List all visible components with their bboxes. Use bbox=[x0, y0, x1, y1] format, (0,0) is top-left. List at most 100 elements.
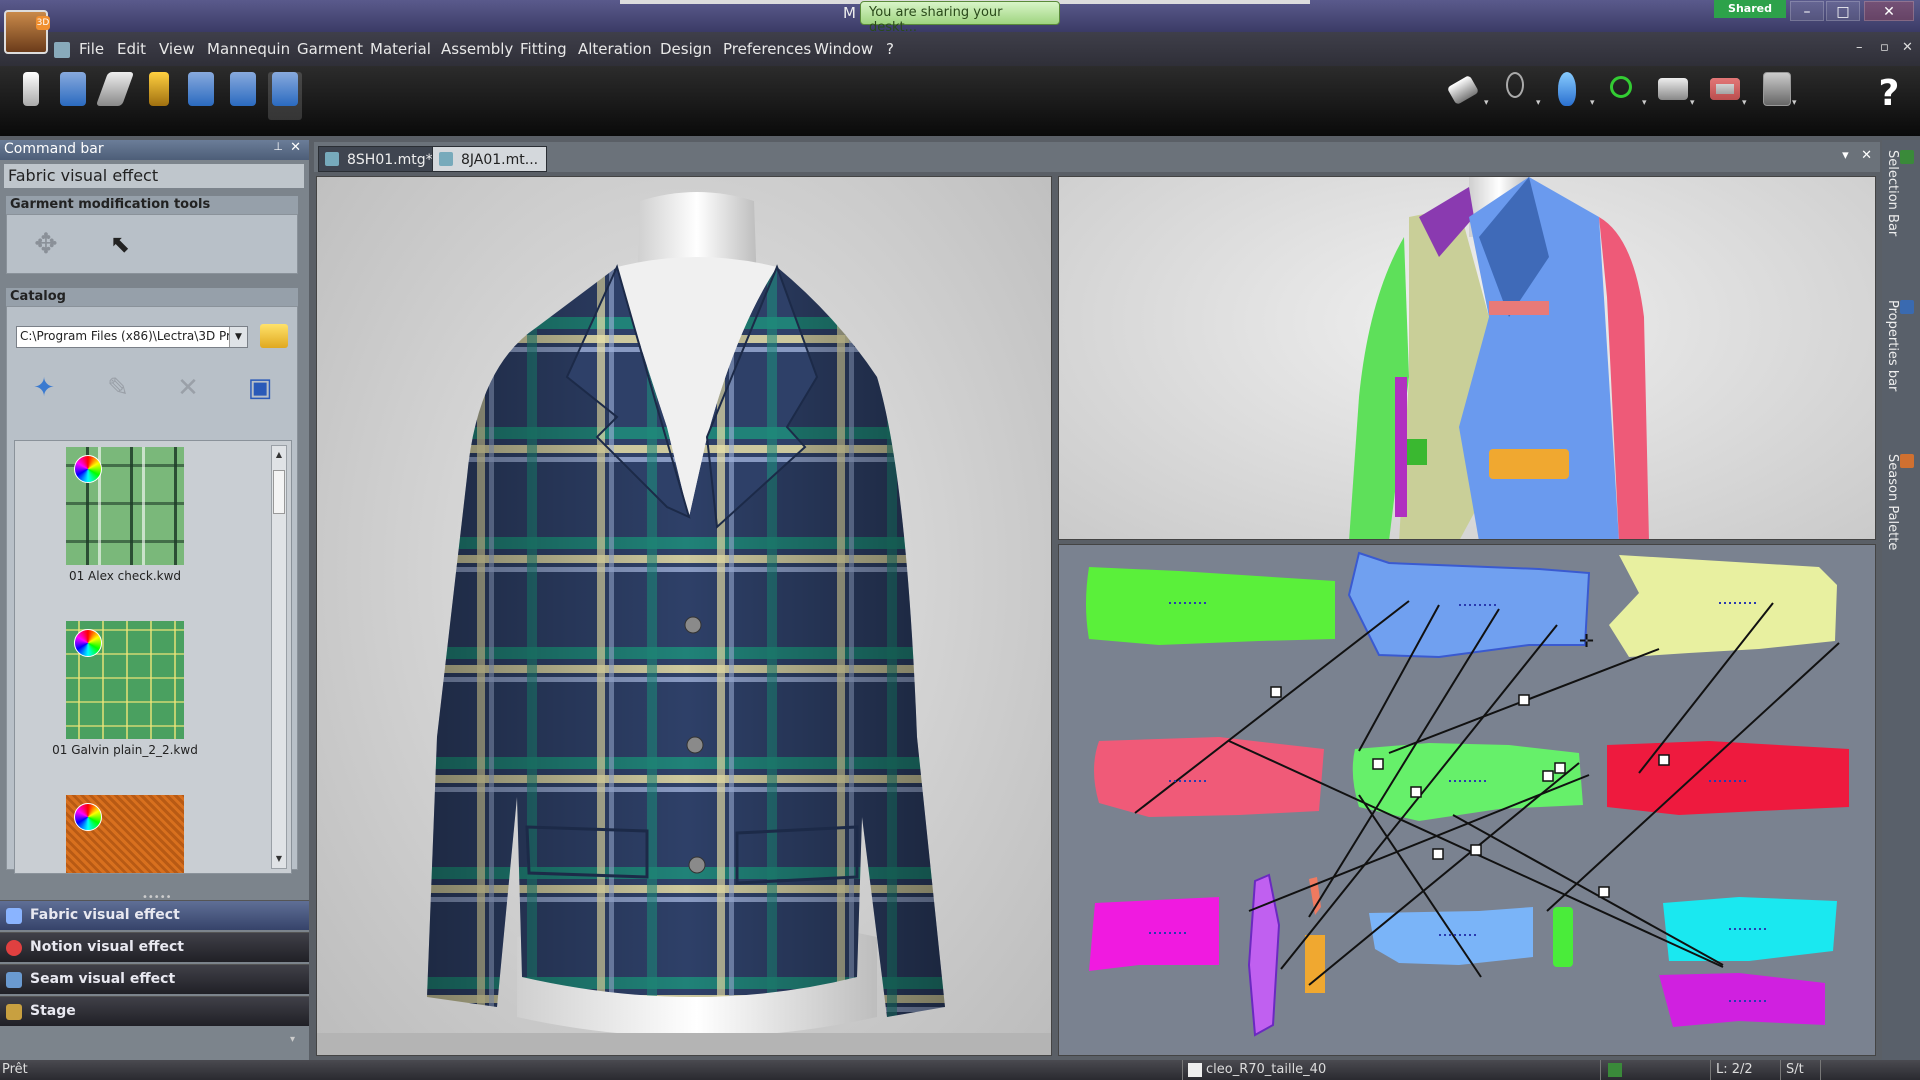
document-icon[interactable] bbox=[54, 42, 70, 58]
nav-fabric-visual-effect[interactable]: Fabric visual effect bbox=[0, 900, 309, 930]
color-wheel-icon bbox=[74, 455, 102, 483]
nav-label: Notion visual effect bbox=[30, 939, 184, 955]
fabric-swatch[interactable] bbox=[66, 621, 184, 739]
command-bar-title: Command bar bbox=[4, 141, 104, 157]
scroll-down-icon[interactable]: ▼ bbox=[272, 850, 286, 868]
swatch-item[interactable]: 01 Alex check.kwd bbox=[45, 447, 205, 583]
move-icon[interactable]: ✥ bbox=[31, 229, 61, 259]
scroll-thumb[interactable] bbox=[273, 470, 285, 514]
help-icon[interactable]: ? bbox=[1872, 72, 1906, 120]
pieces-3d-viewport[interactable] bbox=[1058, 176, 1876, 540]
menu-design[interactable]: Design bbox=[660, 40, 712, 58]
open-folder-icon[interactable] bbox=[260, 324, 288, 348]
minimize-button[interactable]: – bbox=[1790, 1, 1824, 21]
camera-tool-dropdown[interactable]: ▾ bbox=[1690, 98, 1695, 108]
delete-fabric-icon[interactable]: ✕ bbox=[172, 372, 204, 404]
close-panel-icon[interactable]: ✕ bbox=[290, 140, 301, 155]
tab-list-icon[interactable]: ▾ bbox=[1842, 148, 1849, 163]
record-camera-dropdown[interactable]: ▾ bbox=[1742, 98, 1747, 108]
app-logo-icon[interactable]: 3D bbox=[4, 10, 50, 54]
menu-material[interactable]: Material bbox=[370, 40, 431, 58]
garment-tool-button[interactable] bbox=[56, 72, 90, 120]
chevron-down-icon[interactable]: ▼ bbox=[229, 327, 247, 347]
main-3d-viewport[interactable] bbox=[316, 176, 1052, 1056]
desktop-sharing-notice[interactable]: You are sharing your deskt... bbox=[860, 1, 1060, 35]
new-fabric-icon[interactable]: ✦ bbox=[28, 372, 60, 404]
right-dock-bar: Selection Bar Properties bar Season Pale… bbox=[1882, 140, 1920, 1060]
pen-tool-button[interactable] bbox=[1446, 72, 1480, 120]
properties-bar-icon bbox=[1900, 300, 1914, 314]
fabric-effect-icon bbox=[6, 908, 22, 924]
pattern-2d-viewport[interactable]: ✛ bbox=[1058, 544, 1876, 1056]
plaid-jacket-render bbox=[317, 192, 1051, 1055]
zoom-tool-button[interactable] bbox=[1604, 72, 1638, 120]
pattern-pieces-layout: ✛ bbox=[1086, 551, 1849, 1037]
menu-edit[interactable]: Edit bbox=[117, 40, 146, 58]
fabric-swatch[interactable] bbox=[66, 795, 184, 873]
tab-8sh01[interactable]: 8SH01.mtg* bbox=[318, 146, 442, 172]
file-icon bbox=[1188, 1063, 1202, 1077]
record-camera-button[interactable] bbox=[1708, 72, 1742, 120]
swatch-list-scrollbar[interactable]: ▲ ▼ bbox=[271, 445, 287, 869]
maximize-button[interactable]: □ bbox=[1826, 1, 1860, 21]
fabric-effect-tool-button[interactable] bbox=[268, 72, 302, 120]
catalog-path-select[interactable]: C:\Program Files (x86)\Lectra\3D Pr ▼ bbox=[16, 326, 248, 348]
lasso-tool-dropdown[interactable]: ▾ bbox=[1536, 98, 1541, 108]
selection-bar-tab[interactable]: Selection Bar bbox=[1885, 150, 1914, 270]
nav-notion-visual-effect[interactable]: Notion visual effect bbox=[0, 932, 309, 962]
vtab-label: Season Palette bbox=[1885, 454, 1900, 551]
tab-label: 8JA01.mt... bbox=[461, 152, 539, 168]
thread-spool-button[interactable] bbox=[142, 72, 176, 120]
select-arrow-icon[interactable]: ⬉ bbox=[105, 229, 135, 259]
status-page: L: 2/2 bbox=[1716, 1062, 1753, 1077]
drop-tool-button[interactable] bbox=[1550, 72, 1584, 120]
zoom-tool-dropdown[interactable]: ▾ bbox=[1642, 98, 1647, 108]
swatch-item[interactable]: 01 Galvin plain_2_2.kwd bbox=[45, 621, 205, 757]
material-tool-button[interactable] bbox=[95, 72, 135, 120]
tab-label: 8SH01.mtg* bbox=[347, 152, 433, 168]
swatch-label: 01 Alex check.kwd bbox=[68, 569, 182, 583]
menu-garment[interactable]: Garment bbox=[297, 40, 363, 58]
nav-overflow-chevron-icon[interactable]: ▾ bbox=[290, 1034, 295, 1045]
fitting-tool-button[interactable] bbox=[226, 72, 260, 120]
menu-file[interactable]: File bbox=[79, 40, 104, 58]
menu-mannequin[interactable]: Mannequin bbox=[207, 40, 290, 58]
command-bar-panel: Command bar ⊥ ✕ Fabric visual effect Gar… bbox=[0, 140, 309, 1060]
mannequin-tool-button[interactable] bbox=[14, 72, 48, 120]
notion-effect-icon bbox=[6, 940, 22, 956]
tab-8ja01[interactable]: 8JA01.mt... bbox=[432, 146, 548, 172]
drop-tool-dropdown[interactable]: ▾ bbox=[1590, 98, 1595, 108]
fabric-swatch[interactable] bbox=[66, 447, 184, 565]
layout-tool-button[interactable] bbox=[1760, 72, 1794, 120]
menu-help[interactable]: ? bbox=[886, 40, 894, 58]
vtab-label: Selection Bar bbox=[1885, 150, 1900, 237]
properties-bar-tab[interactable]: Properties bar bbox=[1885, 300, 1914, 440]
menu-assembly[interactable]: Assembly bbox=[441, 40, 513, 58]
nav-stage[interactable]: Stage bbox=[0, 996, 309, 1026]
season-palette-tab[interactable]: Season Palette bbox=[1885, 454, 1914, 614]
mdi-restore-icon[interactable]: ▫ bbox=[1880, 40, 1889, 55]
menu-preferences[interactable]: Preferences bbox=[723, 40, 811, 58]
edit-fabric-icon[interactable]: ✎ bbox=[102, 372, 134, 404]
close-button[interactable]: ✕ bbox=[1864, 1, 1914, 21]
lasso-tool-button[interactable] bbox=[1498, 72, 1532, 120]
mdi-minimize-icon[interactable]: – bbox=[1856, 40, 1863, 55]
menu-window[interactable]: Window bbox=[814, 40, 873, 58]
pen-tool-dropdown[interactable]: ▾ bbox=[1484, 98, 1489, 108]
menu-view[interactable]: View bbox=[159, 40, 195, 58]
nav-seam-visual-effect[interactable]: Seam visual effect bbox=[0, 964, 309, 994]
pin-icon[interactable]: ⊥ bbox=[273, 140, 283, 153]
mdi-close-icon[interactable]: ✕ bbox=[1902, 40, 1913, 55]
title-bar: M You are sharing your deskt... Shared –… bbox=[0, 0, 1920, 35]
layout-tool-dropdown[interactable]: ▾ bbox=[1792, 98, 1797, 108]
save-icon[interactable]: ▣ bbox=[244, 372, 276, 404]
close-tab-icon[interactable]: ✕ bbox=[1861, 148, 1872, 163]
camera-tool-button[interactable] bbox=[1656, 72, 1690, 120]
menu-fitting[interactable]: Fitting bbox=[520, 40, 567, 58]
nav-label: Stage bbox=[30, 1003, 76, 1019]
assembly-tool-button[interactable] bbox=[184, 72, 218, 120]
menu-alteration[interactable]: Alteration bbox=[578, 40, 652, 58]
garment-tools-box: ✥ ⬉ bbox=[6, 214, 298, 274]
swatch-item[interactable] bbox=[45, 795, 205, 873]
scroll-up-icon[interactable]: ▲ bbox=[272, 446, 286, 464]
